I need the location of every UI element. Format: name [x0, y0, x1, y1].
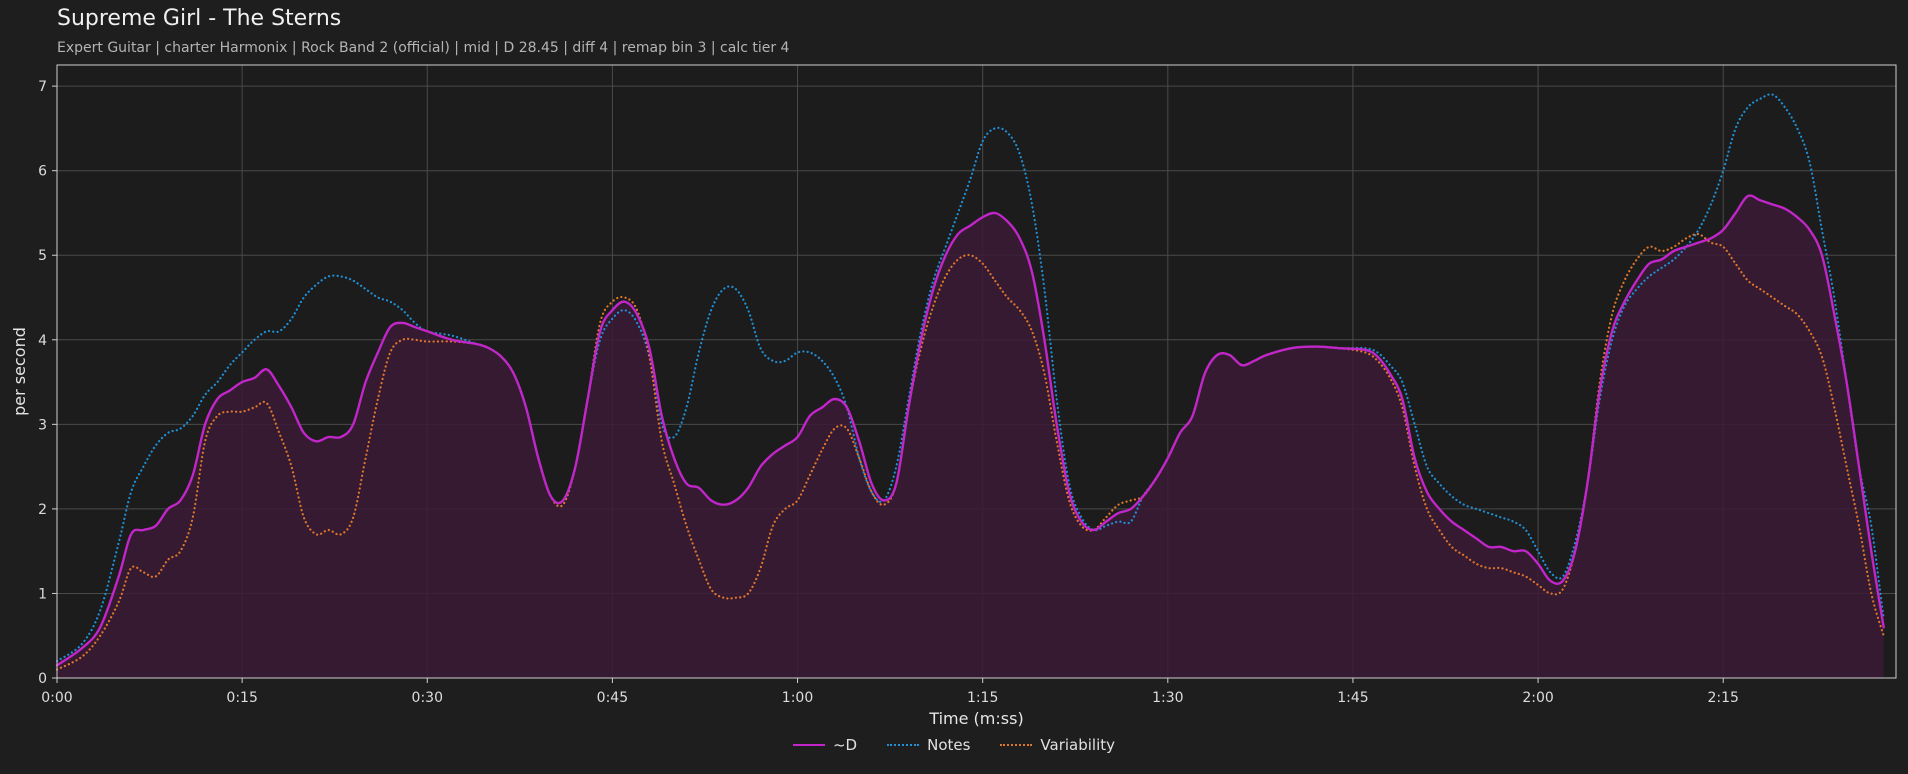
x-tick-label-3: 0:45	[597, 690, 628, 706]
legend-item-variability: Variability	[1000, 736, 1115, 754]
x-tick-label-0: 0:00	[41, 690, 72, 706]
legend-swatch-d	[792, 744, 825, 746]
legend-swatch-notes	[887, 744, 920, 746]
y-tick-label-3: 3	[38, 417, 47, 433]
x-axis-label: Time (m:ss)	[928, 709, 1023, 728]
x-tick-label-7: 1:45	[1337, 690, 1368, 706]
x-tick-label-4: 1:00	[782, 690, 813, 706]
y-tick-label-2: 2	[38, 502, 47, 518]
legend-label-notes: Notes	[927, 736, 971, 754]
y-tick-label-5: 5	[38, 248, 47, 264]
x-tick-label-5: 1:15	[967, 690, 998, 706]
x-tick-label-8: 2:00	[1522, 690, 1553, 706]
y-tick-label-6: 6	[38, 164, 47, 180]
x-tick-label-2: 0:30	[412, 690, 443, 706]
legend-item-d: ~D	[792, 736, 858, 754]
x-tick-label-9: 2:15	[1707, 690, 1738, 706]
y-tick-label-1: 1	[38, 586, 47, 602]
legend-label-d: ~D	[832, 736, 858, 754]
legend-item-notes: Notes	[887, 736, 970, 754]
y-axis-label: per second	[10, 327, 29, 416]
x-tick-label-1: 0:15	[226, 690, 257, 706]
y-tick-label-4: 4	[38, 333, 47, 349]
x-tick-label-6: 1:30	[1152, 690, 1183, 706]
line-chart: 0:00 0:15 0:30 0:45 1:00 1:15 1:30 1:45 2:00 2:15…	[10, 64, 1897, 728]
y-tick-label-0: 0	[38, 671, 47, 687]
legend-label-variability: Variability	[1040, 736, 1116, 754]
y-tick-label-7: 7	[38, 79, 47, 95]
legend-swatch-variability	[1000, 744, 1033, 746]
chart-legend: ~D Notes Variability	[0, 736, 1908, 754]
